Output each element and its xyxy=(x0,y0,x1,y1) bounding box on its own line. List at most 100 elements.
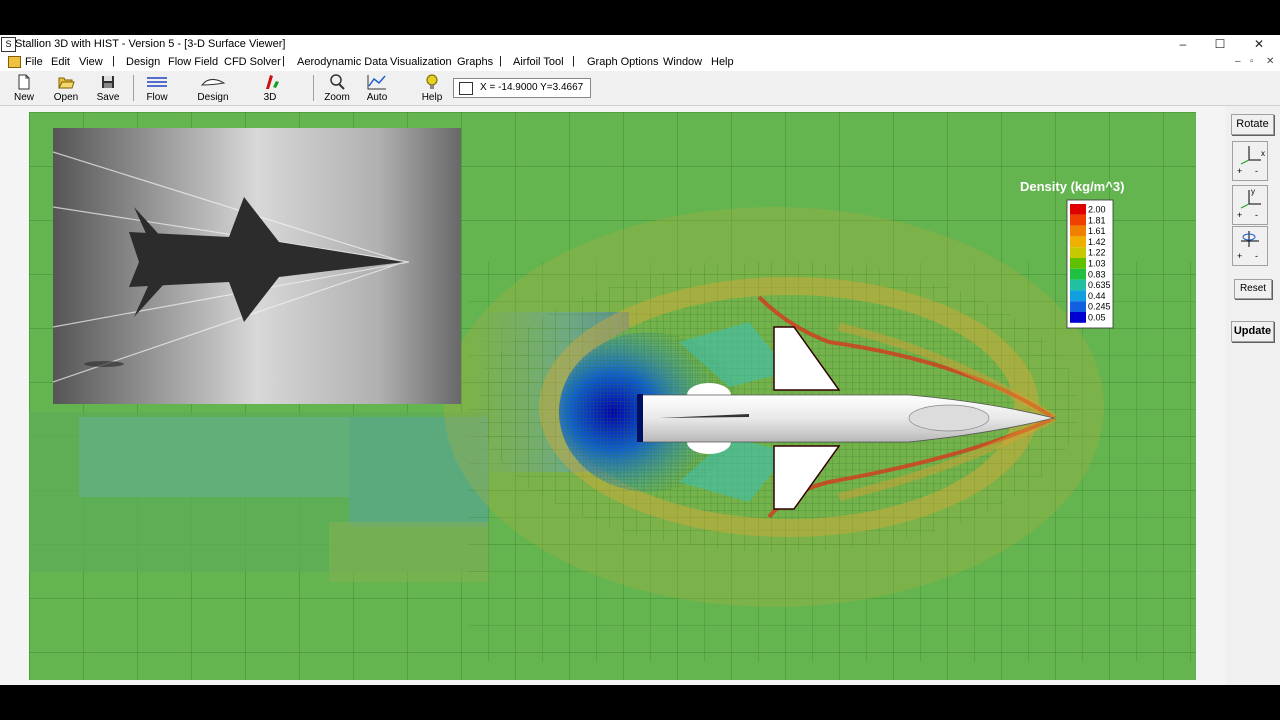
menu-edit[interactable]: Edit xyxy=(51,56,70,68)
reset-button[interactable]: Reset xyxy=(1234,279,1272,299)
legend-value: 0.635 xyxy=(1088,280,1111,290)
help-label: Help xyxy=(421,92,443,103)
window-title: Stallion 3D with HIST - Version 5 - [3-D… xyxy=(15,38,286,50)
z-axis-icon xyxy=(1241,231,1259,247)
menu-design[interactable]: Design xyxy=(126,56,160,68)
flow-button[interactable]: Flow xyxy=(137,73,177,105)
svg-text:x: x xyxy=(1261,149,1265,158)
minimize-button[interactable]: – xyxy=(1165,36,1201,52)
menu-separator: | xyxy=(572,55,575,67)
x-axis-control: x + - xyxy=(1232,141,1268,181)
legend-swatch xyxy=(1070,258,1086,269)
auto-graph-icon xyxy=(367,75,386,90)
3d-label: 3D xyxy=(263,92,277,103)
new-file-icon xyxy=(18,74,30,90)
title-bar: S Stallion 3D with HIST - Version 5 - [3… xyxy=(0,35,1280,53)
legend-swatch xyxy=(1070,290,1086,302)
legend-title: Density (kg/m^3) xyxy=(1020,179,1124,194)
menu-flow-field[interactable]: Flow Field xyxy=(168,56,218,68)
legend-value: 0.05 xyxy=(1088,313,1106,323)
menu-separator: | xyxy=(112,55,115,67)
new-button[interactable]: New xyxy=(4,73,44,105)
cursor-position-icon xyxy=(459,82,473,95)
y-rotate-plus-button[interactable]: + xyxy=(1237,210,1242,220)
design-label: Design xyxy=(197,92,229,103)
legend-swatch xyxy=(1070,225,1086,237)
z-rotate-minus-button[interactable]: - xyxy=(1255,251,1258,261)
menu-bar: File Edit View | Design Flow Field CFD S… xyxy=(0,53,1280,71)
design-button[interactable]: Design xyxy=(193,73,233,105)
menu-separator: | xyxy=(499,55,502,67)
legend-value: 0.44 xyxy=(1088,291,1106,301)
x-rotate-plus-button[interactable]: + xyxy=(1237,166,1242,176)
update-button[interactable]: Update xyxy=(1231,321,1274,342)
toolbar: New Open Save Flow Design 3D Zoom Auto H… xyxy=(0,71,1280,106)
legend-value: 1.61 xyxy=(1088,226,1106,236)
schlieren-photo xyxy=(52,128,461,404)
z-axis-control: + - xyxy=(1232,226,1268,266)
legend-swatch xyxy=(1070,312,1086,323)
save-disk-icon xyxy=(102,76,114,88)
save-label: Save xyxy=(96,92,120,103)
flow-lines-icon xyxy=(147,77,167,87)
surface-viewer-frame: Density (kg/m^3) 2.00 1.81 1.61 1.42 1.22 1.0… xyxy=(0,106,1226,685)
close-button[interactable]: ✕ xyxy=(1241,36,1277,52)
menu-aerodynamic-data[interactable]: Aerodynamic Data xyxy=(297,56,388,68)
open-label: Open xyxy=(53,92,79,103)
y-axis-icon: y xyxy=(1240,187,1261,209)
legend-value: 1.22 xyxy=(1088,248,1106,258)
legend-value: 1.81 xyxy=(1088,215,1106,225)
legend-swatch xyxy=(1070,214,1086,226)
svg-text:y: y xyxy=(1251,187,1255,196)
mdi-restore-button[interactable]: ▫ xyxy=(1250,56,1254,67)
menu-cfd-solver[interactable]: CFD Solver xyxy=(224,56,281,68)
menu-graph-options[interactable]: Graph Options xyxy=(587,56,659,68)
stallion-app-icon[interactable]: S xyxy=(1,37,16,52)
y-rotate-minus-button[interactable]: - xyxy=(1255,210,1258,220)
menu-view[interactable]: View xyxy=(79,56,103,68)
toolbar-separator xyxy=(133,75,134,101)
open-button[interactable]: Open xyxy=(46,73,86,105)
save-button[interactable]: Save xyxy=(88,73,128,105)
legend-swatch xyxy=(1070,204,1086,215)
x-rotate-minus-button[interactable]: - xyxy=(1255,166,1258,176)
3d-view-icon xyxy=(266,75,279,89)
auto-button[interactable]: Auto xyxy=(357,73,397,105)
legend-swatch xyxy=(1070,236,1086,248)
document-icon[interactable] xyxy=(8,56,21,68)
menu-file[interactable]: File xyxy=(25,56,43,68)
legend-value: 0.83 xyxy=(1088,269,1106,279)
3d-button[interactable]: 3D xyxy=(250,73,290,105)
zoom-label: Zoom xyxy=(324,92,350,103)
airfoil-design-icon xyxy=(200,79,226,86)
x-axis-icon: x xyxy=(1240,146,1265,165)
menu-window[interactable]: Window xyxy=(663,56,702,68)
zoom-button[interactable]: Zoom xyxy=(317,73,357,105)
density-contour-canvas[interactable]: Density (kg/m^3) 2.001.811.611.421.221.0… xyxy=(29,112,1196,680)
menu-separator: | xyxy=(282,55,285,67)
menu-graphs[interactable]: Graphs xyxy=(457,56,493,68)
z-rotate-plus-button[interactable]: + xyxy=(1237,251,1242,261)
mdi-close-button[interactable]: ✕ xyxy=(1266,56,1274,67)
maximize-button[interactable]: ☐ xyxy=(1202,36,1238,52)
legend-value: 0.245 xyxy=(1088,302,1111,312)
legend-swatch xyxy=(1070,247,1086,258)
legend-value: 2.00 xyxy=(1088,205,1106,215)
legend-swatch xyxy=(1070,301,1086,312)
app-window: S Stallion 3D with HIST - Version 5 - [3… xyxy=(0,35,1280,685)
menu-airfoil-tool[interactable]: Airfoil Tool xyxy=(513,56,564,68)
legend-swatch xyxy=(1070,279,1086,291)
rotate-button[interactable]: Rotate xyxy=(1231,114,1274,135)
mdi-minimize-button[interactable]: – xyxy=(1235,56,1241,67)
y-axis-control: y + - xyxy=(1232,185,1268,225)
magnifier-icon xyxy=(330,74,345,90)
menu-visualization[interactable]: Visualization xyxy=(390,56,452,68)
help-bulb-icon xyxy=(426,74,438,89)
new-label: New xyxy=(13,92,34,103)
flow-label: Flow xyxy=(146,92,168,103)
auto-label: Auto xyxy=(366,92,388,103)
menu-help[interactable]: Help xyxy=(711,56,734,68)
legend-swatch xyxy=(1070,268,1086,280)
help-button[interactable]: Help xyxy=(412,73,452,105)
toolbar-separator xyxy=(313,75,314,101)
